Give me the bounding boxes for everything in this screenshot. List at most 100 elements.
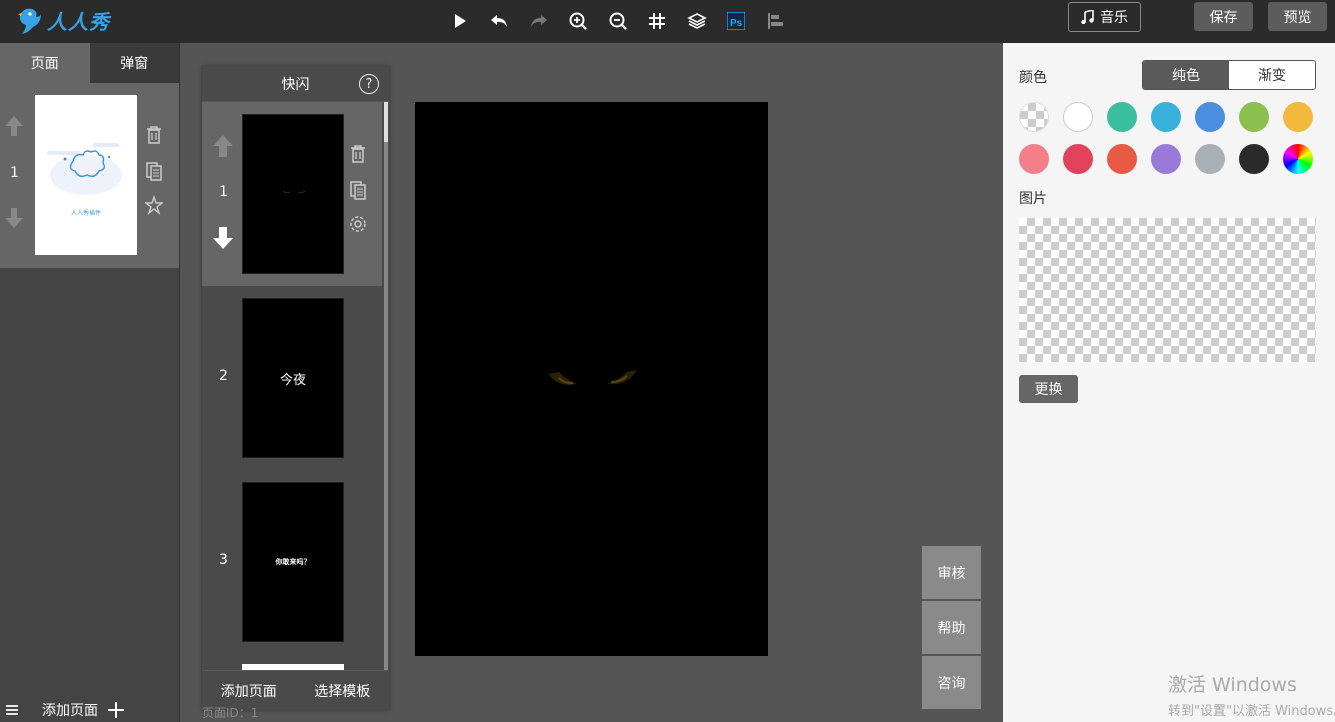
review-button[interactable]: 审核 xyxy=(922,546,981,599)
copy-frame-icon[interactable] xyxy=(349,180,367,200)
delete-page-icon[interactable] xyxy=(145,125,163,145)
frame-text: 今夜 xyxy=(279,372,306,388)
move-down-icon[interactable] xyxy=(4,207,24,229)
page-thumbnail[interactable]: 人人秀插件 xyxy=(35,95,137,255)
ps-label: Ps xyxy=(730,18,743,29)
photoshop-import-button[interactable]: Ps xyxy=(717,8,757,34)
frames-title: 快闪 xyxy=(281,76,310,93)
frames-panel: 快闪 ? 1 2 今夜 3 你敢来吗？ 添加页面 选择模板 xyxy=(202,66,389,710)
add-page-button[interactable]: 添加页面 xyxy=(42,700,98,720)
background-image-preview[interactable] xyxy=(1019,218,1316,362)
frame-item[interactable]: 3 你敢来吗？ xyxy=(202,470,382,654)
play-button[interactable] xyxy=(440,8,480,34)
ps-icon: Ps xyxy=(727,12,746,30)
frame-number: 2 xyxy=(219,368,228,384)
frame-thumbnail[interactable]: 你敢来吗？ xyxy=(242,482,344,642)
color-mode-toggle: 纯色 渐变 xyxy=(1142,60,1316,90)
puzzle-illustration-icon xyxy=(47,143,122,195)
music-note-icon xyxy=(1081,10,1094,24)
change-image-button[interactable]: 更换 xyxy=(1019,375,1078,403)
solid-color-tab[interactable]: 纯色 xyxy=(1143,61,1229,89)
logo-text: 人人秀 xyxy=(47,9,110,34)
frame-text: 你敢来吗？ xyxy=(275,558,311,566)
zoom-out-button[interactable] xyxy=(598,8,638,34)
play-icon xyxy=(454,14,466,28)
zoom-in-button[interactable] xyxy=(559,8,599,34)
select-template-button[interactable]: 选择模板 xyxy=(314,681,370,701)
help-button[interactable]: 帮助 xyxy=(922,601,981,654)
copy-page-icon[interactable] xyxy=(145,161,163,181)
music-label: 音乐 xyxy=(1100,10,1128,26)
gradient-tab[interactable]: 渐变 xyxy=(1229,61,1315,89)
color-picker-rainbow-icon[interactable] xyxy=(1283,144,1313,174)
frame-item[interactable]: 1 xyxy=(202,102,382,286)
pages-panel: 页面 弹窗 1 人人秀插件 添加页面 xyxy=(0,43,180,722)
zoom-in-icon xyxy=(569,12,588,30)
properties-panel: 颜色 纯色 渐变 图片 更换 xyxy=(1003,43,1335,722)
thumbnail-caption: 人人秀插件 xyxy=(70,210,101,217)
menu-icon[interactable] xyxy=(6,704,18,716)
undo-button[interactable] xyxy=(480,8,520,34)
page-id: 页面ID：1 xyxy=(202,706,259,720)
move-up-icon[interactable] xyxy=(4,115,24,137)
glowing-eyes-image xyxy=(548,370,637,385)
star-icon[interactable] xyxy=(145,195,163,215)
add-frame-button[interactable]: 添加页面 xyxy=(221,681,277,701)
save-button[interactable]: 保存 xyxy=(1194,2,1253,31)
frames-scrollbar[interactable] xyxy=(384,102,388,670)
grid-icon xyxy=(649,13,666,29)
pages-tabs: 页面 弹窗 xyxy=(0,43,179,83)
delete-frame-icon[interactable] xyxy=(349,144,367,164)
frame-thumbnail[interactable] xyxy=(242,114,344,274)
music-button[interactable]: 音乐 xyxy=(1068,2,1141,32)
layers-button[interactable] xyxy=(677,8,717,34)
color-swatch[interactable] xyxy=(1151,144,1181,174)
redo-button[interactable] xyxy=(519,8,559,34)
tab-pages[interactable]: 页面 xyxy=(0,43,90,83)
color-label: 颜色 xyxy=(1019,70,1047,86)
editor-canvas[interactable] xyxy=(415,102,768,656)
scrollbar-thumb[interactable] xyxy=(384,102,388,142)
color-swatch[interactable] xyxy=(1063,144,1093,174)
frames-list: 1 2 今夜 3 你敢来吗？ xyxy=(202,102,382,670)
windows-activation-watermark: 激活 Windows 转到"设置"以激活 Windows。 xyxy=(1168,670,1335,719)
watermark-line-1: 激活 Windows xyxy=(1168,674,1297,696)
frame-item[interactable]: 2 今夜 xyxy=(202,286,382,470)
gear-icon[interactable] xyxy=(348,214,368,234)
editor-toolbar: Ps xyxy=(440,8,796,34)
add-page-bar: 添加页面 xyxy=(0,698,179,722)
color-swatch[interactable] xyxy=(1195,144,1225,174)
side-buttons: 审核 帮助 咨询 xyxy=(922,546,981,711)
tab-popups[interactable]: 弹窗 xyxy=(89,43,179,83)
color-swatch[interactable] xyxy=(1019,144,1049,174)
consult-button[interactable]: 咨询 xyxy=(922,656,981,709)
frames-header: 快闪 ? xyxy=(202,66,389,102)
color-swatch[interactable] xyxy=(1063,102,1093,132)
watermark-line-2: 转到"设置"以激活 Windows。 xyxy=(1168,704,1335,719)
align-button[interactable] xyxy=(756,8,796,34)
eyes-icon xyxy=(282,190,306,194)
move-down-icon[interactable] xyxy=(212,226,234,250)
color-swatch[interactable] xyxy=(1107,144,1137,174)
layers-icon xyxy=(686,13,707,29)
plus-icon[interactable] xyxy=(106,700,126,720)
color-swatch[interactable] xyxy=(1239,102,1269,132)
preview-button[interactable]: 预览 xyxy=(1268,2,1327,31)
undo-icon xyxy=(491,15,508,27)
app-logo[interactable]: 人人秀 xyxy=(14,3,110,37)
grid-button[interactable] xyxy=(638,8,678,34)
zoom-out-icon xyxy=(609,12,627,30)
frame-thumbnail[interactable]: 今夜 xyxy=(242,298,344,458)
color-swatch[interactable] xyxy=(1151,102,1181,132)
color-swatch[interactable] xyxy=(1283,102,1313,132)
color-swatch[interactable] xyxy=(1239,144,1269,174)
color-swatch-transparent[interactable] xyxy=(1019,102,1049,132)
help-icon[interactable]: ? xyxy=(359,74,379,94)
page-item[interactable]: 1 人人秀插件 xyxy=(0,83,179,268)
redo-icon xyxy=(530,15,547,27)
page-number: 1 xyxy=(10,165,19,181)
color-swatch[interactable] xyxy=(1107,102,1137,132)
frame-number: 1 xyxy=(219,184,228,200)
color-swatch[interactable] xyxy=(1195,102,1225,132)
move-up-icon[interactable] xyxy=(212,134,234,158)
